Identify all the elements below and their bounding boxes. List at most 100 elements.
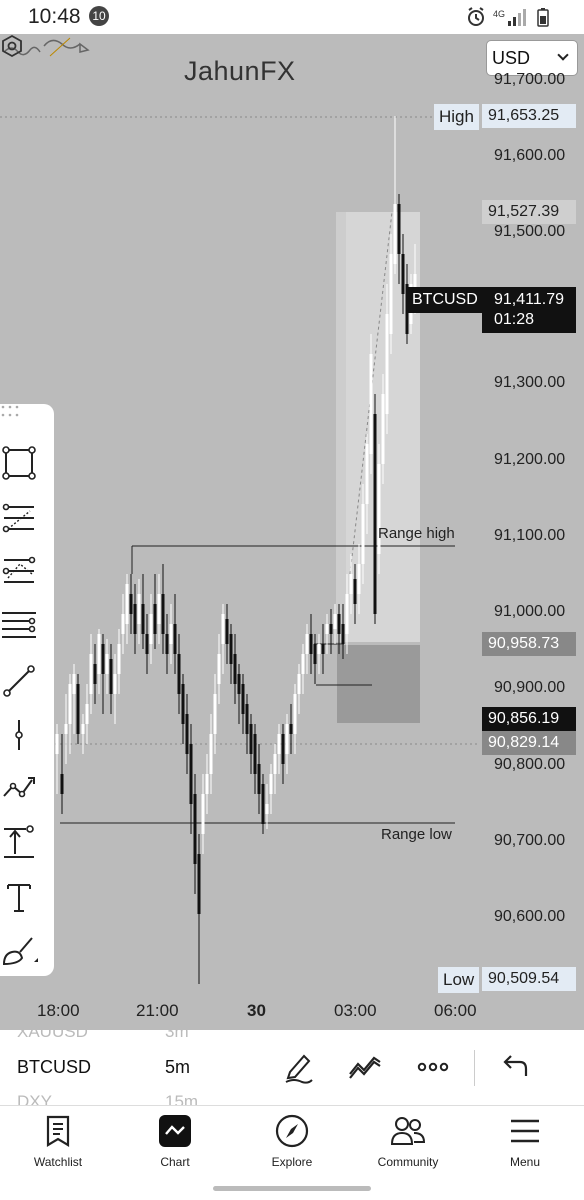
nav-community[interactable]: Community: [353, 1114, 463, 1184]
low-price-tag: 90,509.54: [482, 967, 576, 991]
candle-body: [333, 614, 337, 629]
candle-body: [245, 704, 249, 734]
bar-countdown: 01:28: [494, 311, 535, 328]
candle-body: [237, 674, 241, 694]
candle-body: [305, 634, 309, 654]
time-axis-label: 03:00: [334, 1001, 377, 1020]
price-tag-91527: 91,527.39: [482, 200, 576, 224]
price-axis-label: 90,900.00: [494, 679, 566, 696]
rectangle-tool-icon[interactable]: [0, 444, 38, 482]
candle-body: [261, 784, 265, 824]
candle-body: [361, 504, 365, 564]
candle-body: [381, 394, 385, 464]
candle-body: [121, 614, 125, 634]
price-axis-label: 91,500.00: [494, 223, 566, 240]
price-tag-90856: 90,856.19: [482, 707, 576, 731]
price-axis-label: 91,600.00: [494, 147, 566, 164]
candle-body: [221, 614, 225, 644]
candle-body: [321, 644, 325, 654]
candle-body: [277, 734, 281, 754]
candle-body: [157, 594, 161, 624]
symbol-option-above[interactable]: XAUUSD: [17, 1030, 88, 1042]
price-range-tool-icon[interactable]: [0, 824, 38, 862]
chart-settings-icon[interactable]: [0, 34, 24, 58]
candle-body: [265, 804, 269, 814]
low-label: Low: [438, 967, 480, 993]
alarm-icon: [468, 7, 484, 26]
price-axis-label: 91,100.00: [494, 527, 566, 544]
candle-body: [55, 734, 59, 754]
bottom-nav: Watchlist Chart Explore Community Menu: [0, 1106, 584, 1200]
candle-body: [389, 254, 393, 334]
candle-body: [64, 724, 68, 734]
candle-body: [173, 624, 177, 654]
nav-explore[interactable]: Explore: [237, 1114, 347, 1184]
candle-body: [365, 444, 369, 504]
range-low-label: Range low: [381, 826, 452, 843]
text-tool-icon[interactable]: [0, 878, 38, 916]
more-options-icon[interactable]: [416, 1050, 450, 1084]
gesture-home-bar: [213, 1186, 371, 1191]
candle-body: [105, 654, 109, 674]
last-price: 91,411.79: [494, 291, 564, 308]
undo-icon[interactable]: [496, 1050, 530, 1084]
candle-body: [145, 634, 149, 654]
watchlist-icon: [46, 1115, 70, 1147]
notification-badge: 10: [89, 6, 109, 26]
candle-body: [341, 624, 345, 644]
nav-chart[interactable]: Chart: [120, 1114, 230, 1184]
candle-body: [285, 724, 289, 754]
candle-body: [177, 654, 181, 694]
symbol-selector[interactable]: BTCUSD: [17, 1057, 91, 1078]
candle-body: [249, 724, 253, 754]
parallel-channel-tool-icon[interactable]: [0, 606, 38, 644]
candle-body: [313, 644, 317, 664]
interval-option-below[interactable]: 15m: [165, 1092, 198, 1105]
symbol-option-below[interactable]: DXY: [17, 1092, 52, 1105]
indicators-icon[interactable]: [348, 1050, 382, 1084]
candle-body: [125, 584, 129, 624]
last-price-box: 91,411.79 01:28: [482, 287, 576, 333]
candle-body: [373, 414, 377, 614]
candle-body: [133, 604, 137, 634]
fib-extension-tool-icon[interactable]: [0, 552, 38, 590]
candle-body: [225, 619, 229, 644]
candle-body: [205, 774, 209, 794]
nav-watchlist[interactable]: Watchlist: [3, 1114, 113, 1184]
trend-line-tool-icon[interactable]: [0, 662, 38, 700]
price-tag-90829: 90,829.14: [482, 731, 576, 755]
candle-body: [309, 634, 313, 654]
price-axis-label: 91,000.00: [494, 603, 566, 620]
candle-body: [81, 724, 85, 734]
nav-menu[interactable]: Menu: [470, 1114, 580, 1184]
price-axis-label: 90,800.00: [494, 756, 566, 773]
pen-draw-icon[interactable]: [282, 1050, 316, 1084]
candle-body: [401, 254, 405, 294]
candle-body: [153, 604, 157, 634]
candle-body: [101, 644, 105, 674]
drag-handle-icon[interactable]: [0, 404, 20, 418]
community-icon: [390, 1117, 426, 1145]
price-chart[interactable]: JahunFX USD 91,700.00 91,600.00 91,500.0…: [0, 34, 584, 1030]
path-tool-icon[interactable]: [0, 770, 38, 808]
candle-body: [149, 614, 153, 644]
candle-body: [393, 204, 397, 264]
currency-value: USD: [492, 48, 531, 68]
candle-body: [72, 674, 76, 694]
candle-body: [189, 744, 193, 804]
nav-label-community: Community: [377, 1155, 439, 1169]
candle-body: [301, 654, 305, 674]
brush-tool-icon[interactable]: [0, 932, 38, 970]
price-axis-label: 91,300.00: [494, 374, 566, 391]
time-axis-label: 06:00: [434, 1001, 477, 1020]
candle-body: [76, 684, 80, 734]
candle-body: [369, 354, 373, 454]
candle-body: [201, 794, 205, 834]
interval-option-above[interactable]: 3m: [165, 1030, 189, 1042]
interval-selector[interactable]: 5m: [165, 1057, 190, 1078]
compass-icon: [275, 1114, 309, 1148]
fib-retracement-tool-icon[interactable]: [0, 499, 38, 537]
network-type-label: 4G: [493, 9, 505, 19]
candle-body: [349, 574, 353, 594]
vertical-line-tool-icon[interactable]: [0, 716, 38, 754]
